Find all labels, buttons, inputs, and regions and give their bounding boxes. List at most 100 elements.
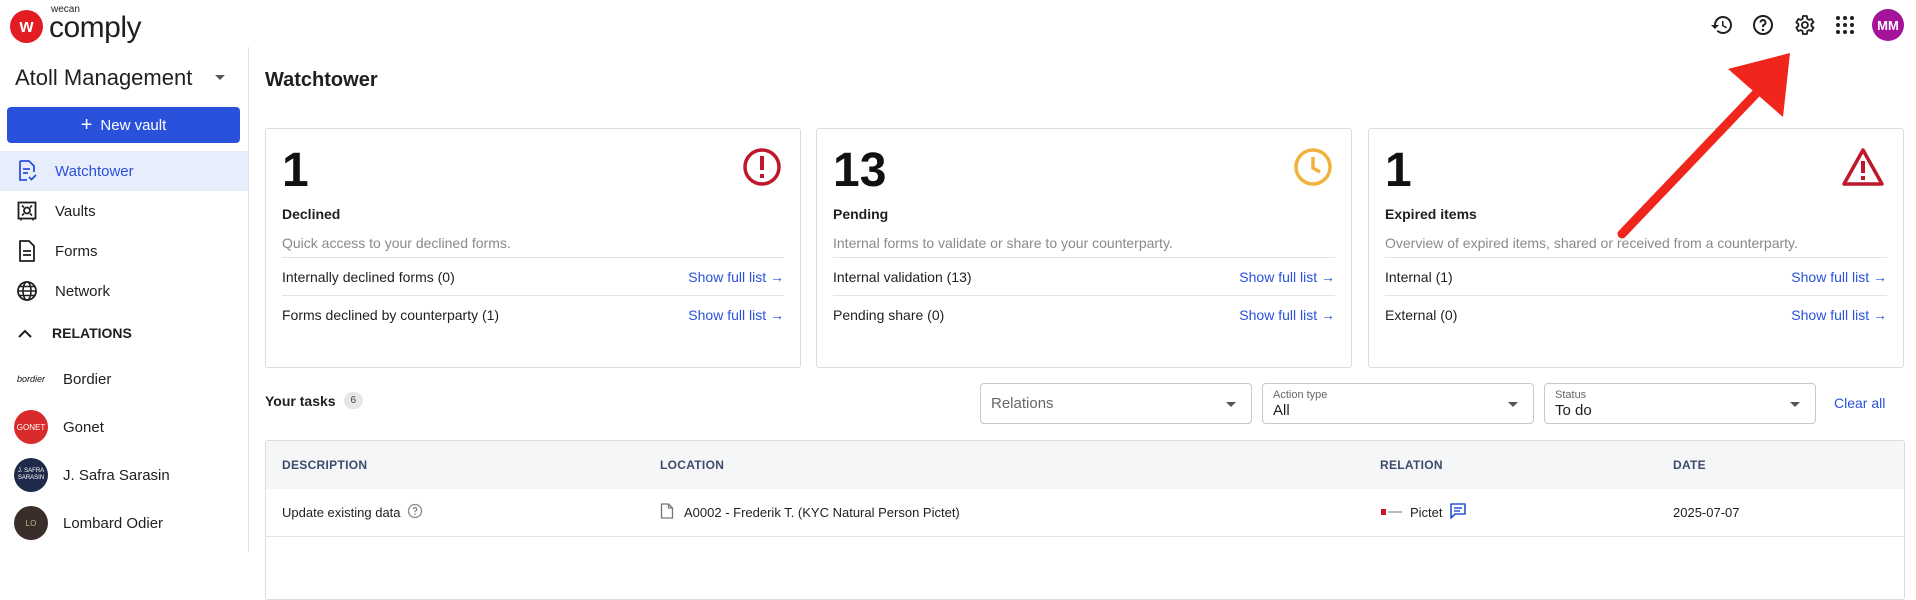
clear-all-button[interactable]: Clear all xyxy=(1834,395,1885,411)
brand-small-text: wecan xyxy=(51,4,80,15)
card-row: Internal (1) Show full list → xyxy=(1385,257,1887,295)
card-row: External (0) Show full list → xyxy=(1385,295,1887,333)
sidebar-nav: Watchtower Vaults Forms Network RELATION… xyxy=(0,151,248,547)
pending-count: 13 xyxy=(833,144,887,197)
relations-header-label: RELATIONS xyxy=(52,325,132,341)
status-filter-select[interactable]: Status To do xyxy=(1544,383,1816,424)
clock-icon xyxy=(1293,147,1333,192)
task-relation: Pictet xyxy=(1410,505,1443,520)
brand-logo[interactable]: w wecan comply xyxy=(10,4,142,45)
task-description: Update existing data xyxy=(282,505,401,520)
pending-card: 13 Pending Internal forms to validate or… xyxy=(816,128,1352,368)
plus-icon: + xyxy=(80,114,93,136)
card-row: Internal validation (13) Show full list … xyxy=(833,257,1335,295)
warning-triangle-icon xyxy=(1841,147,1885,192)
sidebar: Atoll Management + New vault Watchtower … xyxy=(0,47,249,552)
relation-name: J. Safra Sarasin xyxy=(63,466,170,484)
relations-placeholder: Relations xyxy=(991,395,1054,412)
org-dropdown-caret-icon[interactable] xyxy=(215,75,225,80)
column-header-location[interactable]: LOCATION xyxy=(660,458,724,472)
card-row: Internally declined forms (0) Show full … xyxy=(282,257,784,295)
expired-count: 1 xyxy=(1385,144,1412,197)
sidebar-relation-bordier[interactable]: bordier Bordier xyxy=(0,355,248,403)
organization-name[interactable]: Atoll Management xyxy=(15,65,192,91)
error-circle-icon xyxy=(742,147,782,192)
table-row[interactable]: Update existing data A0002 - Frederik T.… xyxy=(266,489,1904,537)
your-tasks-heading: Your tasks 6 xyxy=(265,392,364,409)
column-header-date[interactable]: DATE xyxy=(1673,458,1706,472)
pending-description: Internal forms to validate or share to y… xyxy=(833,235,1173,251)
forms-icon xyxy=(16,240,38,262)
relation-name: Bordier xyxy=(63,370,112,388)
column-header-relation[interactable]: RELATION xyxy=(1380,458,1443,472)
relations-section-header[interactable]: RELATIONS xyxy=(0,311,248,355)
watchtower-icon xyxy=(16,160,38,182)
show-full-list-link[interactable]: Show full list → xyxy=(688,307,784,323)
row-label: Internal (1) xyxy=(1385,268,1453,285)
task-date: 2025-07-07 xyxy=(1673,505,1740,520)
declined-card: 1 Declined Quick access to your declined… xyxy=(265,128,801,368)
document-icon xyxy=(660,503,674,522)
relation-name: Gonet xyxy=(63,418,104,436)
globe-icon xyxy=(16,280,38,302)
sidebar-item-label: Network xyxy=(55,282,111,300)
action-type-label: Action type xyxy=(1273,389,1328,401)
show-full-list-link[interactable]: Show full list → xyxy=(1791,269,1887,285)
help-icon[interactable] xyxy=(1749,11,1777,39)
row-label: Forms declined by counterparty (1) xyxy=(282,306,500,323)
bordier-logo: bordier xyxy=(14,362,48,396)
sidebar-item-vaults[interactable]: Vaults xyxy=(0,191,248,231)
action-type-value: All xyxy=(1273,402,1290,419)
sidebar-item-watchtower[interactable]: Watchtower xyxy=(0,151,248,191)
table-header: DESCRIPTION LOCATION RELATION DATE xyxy=(266,441,1904,489)
new-vault-button[interactable]: + New vault xyxy=(7,107,240,143)
row-label: Pending share (0) xyxy=(833,306,945,323)
expired-title: Expired items xyxy=(1385,206,1477,222)
declined-title: Declined xyxy=(282,206,341,222)
show-full-list-link[interactable]: Show full list → xyxy=(1239,307,1335,323)
show-full-list-link[interactable]: Show full list → xyxy=(1791,307,1887,323)
task-location[interactable]: A0002 - Frederik T. (KYC Natural Person … xyxy=(684,505,960,520)
column-header-description[interactable]: DESCRIPTION xyxy=(282,458,367,472)
dropdown-caret-icon xyxy=(1790,402,1800,407)
brand-wordmark: wecan comply xyxy=(49,4,142,45)
sidebar-item-forms[interactable]: Forms xyxy=(0,231,248,271)
sidebar-relation-lombard-odier[interactable]: LO Lombard Odier xyxy=(0,499,248,547)
gonet-logo: GONET xyxy=(14,410,48,444)
task-location-cell: A0002 - Frederik T. (KYC Natural Person … xyxy=(660,503,960,522)
sidebar-relation-gonet[interactable]: GONET Gonet xyxy=(0,403,248,451)
gear-icon[interactable] xyxy=(1790,11,1818,39)
history-icon[interactable] xyxy=(1708,11,1736,39)
comment-icon[interactable] xyxy=(1449,503,1467,522)
task-description-cell: Update existing data xyxy=(282,503,423,522)
help-icon[interactable] xyxy=(407,503,423,522)
tasks-table: DESCRIPTION LOCATION RELATION DATE Updat… xyxy=(265,440,1905,600)
sidebar-relation-safra-sarasin[interactable]: J. SAFRA SARASIN J. Safra Sarasin xyxy=(0,451,248,499)
row-label: External (0) xyxy=(1385,306,1458,323)
new-vault-label: New vault xyxy=(100,116,167,134)
dropdown-caret-icon xyxy=(1508,402,1518,407)
tasks-label: Your tasks xyxy=(265,392,336,409)
top-bar: w wecan comply MM xyxy=(0,0,1916,47)
sidebar-item-label: Forms xyxy=(55,242,98,260)
card-row: Forms declined by counterparty (1) Show … xyxy=(282,295,784,333)
status-label: Status xyxy=(1555,389,1587,401)
action-type-filter-select[interactable]: Action type All xyxy=(1262,383,1534,424)
brand-name: comply xyxy=(49,11,142,44)
pictet-logo-icon xyxy=(1380,505,1404,520)
status-value: To do xyxy=(1555,402,1592,419)
relation-name: Lombard Odier xyxy=(63,514,164,532)
relations-filter-select[interactable]: Relations xyxy=(980,383,1252,424)
safra-sarasin-logo: J. SAFRA SARASIN xyxy=(14,458,48,492)
dropdown-caret-icon xyxy=(1226,402,1236,407)
card-row: Pending share (0) Show full list → xyxy=(833,295,1335,333)
vault-icon xyxy=(16,200,38,222)
sidebar-item-network[interactable]: Network xyxy=(0,271,248,311)
user-avatar[interactable]: MM xyxy=(1872,9,1904,41)
apps-grid-icon[interactable] xyxy=(1831,11,1859,39)
top-icon-bar: MM xyxy=(1708,9,1904,41)
show-full-list-link[interactable]: Show full list → xyxy=(688,269,784,285)
chevron-up-icon xyxy=(18,325,32,341)
show-full-list-link[interactable]: Show full list → xyxy=(1239,269,1335,285)
pending-title: Pending xyxy=(833,206,889,222)
